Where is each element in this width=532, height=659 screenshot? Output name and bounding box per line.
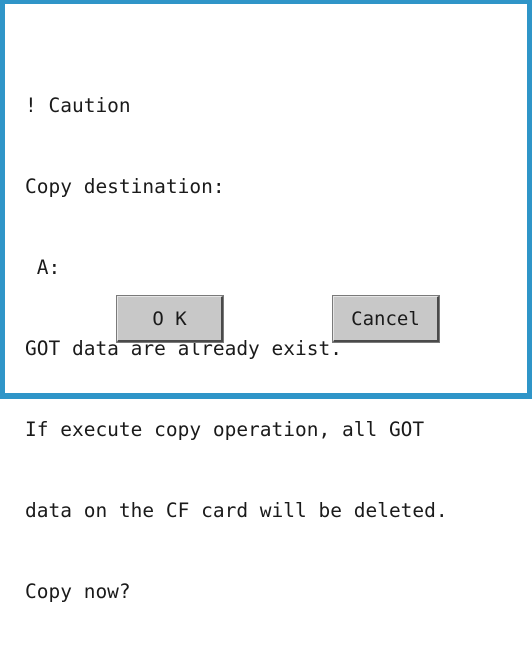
dialog-message: ! Caution Copy destination: A: GOT data …	[25, 38, 448, 659]
message-line-warning: If execute copy operation, all GOT	[25, 418, 425, 441]
cancel-button-label: Cancel	[351, 307, 420, 330]
cancel-button[interactable]: Cancel	[333, 296, 439, 342]
message-line-deletion: data on the CF card will be deleted.	[25, 499, 448, 522]
copy-destination-label: Copy destination:	[25, 175, 225, 198]
copy-destination-drive: A:	[25, 256, 61, 279]
message-line-confirm: Copy now?	[25, 580, 131, 603]
ok-button-label: O K	[152, 307, 187, 330]
caution-dialog: ! Caution Copy destination: A: GOT data …	[0, 0, 532, 603]
caution-heading: ! Caution	[25, 94, 131, 117]
ok-button[interactable]: O K	[117, 296, 223, 342]
